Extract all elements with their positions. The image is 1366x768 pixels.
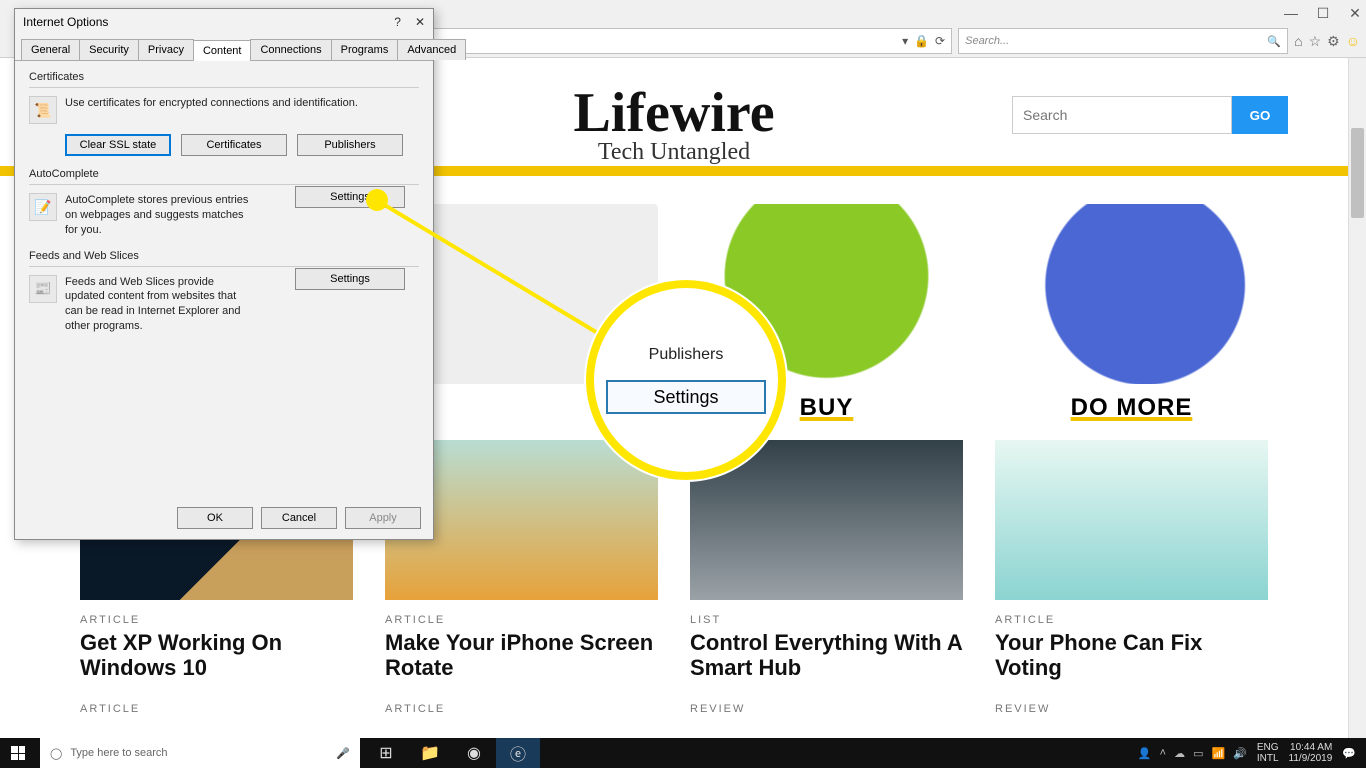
feeds-group: Feeds and Web Slices 📰 Feeds and Web Sli… xyxy=(29,250,419,334)
clock[interactable]: 10:44 AM11/9/2019 xyxy=(1289,742,1333,764)
wifi-icon[interactable]: 📶 xyxy=(1211,747,1225,760)
card-title[interactable]: Get XP Working On Windows 10 xyxy=(80,630,353,681)
zoom-callout: Publishers Settings xyxy=(586,280,786,480)
people-icon[interactable]: 👤 xyxy=(1138,747,1152,760)
feeds-desc: Feeds and Web Slices provide updated con… xyxy=(65,275,255,334)
card-tag2: ARTICLE xyxy=(80,703,353,715)
zoom-settings-button: Settings xyxy=(606,380,766,414)
feeds-settings-button[interactable]: Settings xyxy=(295,268,405,290)
certificates-desc: Use certificates for encrypted connectio… xyxy=(65,96,419,111)
taskbar: ◯ Type here to search 🎤 ⊞ 📁 ◉ ⓔ 👤 ˄ ☁ ▭ … xyxy=(0,738,1366,768)
card-title[interactable]: Your Phone Can Fix Voting xyxy=(995,630,1268,681)
go-button[interactable]: GO xyxy=(1232,96,1288,134)
category-domore[interactable]: DO MORE xyxy=(995,394,1268,422)
ie-icon[interactable]: ⓔ xyxy=(496,738,540,768)
publishers-button[interactable]: Publishers xyxy=(297,134,403,156)
autocomplete-icon: 📝 xyxy=(29,193,57,221)
site-search: GO xyxy=(1012,96,1288,134)
battery-icon[interactable]: ▭ xyxy=(1193,747,1203,760)
tab-programs[interactable]: Programs xyxy=(331,39,399,60)
group-title: AutoComplete xyxy=(29,168,419,180)
home-icon[interactable]: ⌂ xyxy=(1294,33,1302,49)
site-search-input[interactable] xyxy=(1012,96,1232,134)
certificates-button[interactable]: Certificates xyxy=(181,134,287,156)
refresh-icon[interactable]: ⟳ xyxy=(935,34,945,48)
ok-button[interactable]: OK xyxy=(177,507,253,529)
lock-icon: 🔒 xyxy=(914,34,929,48)
volume-icon[interactable]: 🔊 xyxy=(1233,747,1247,760)
start-button[interactable] xyxy=(0,738,36,768)
certificate-icon: 📜 xyxy=(29,96,57,124)
illustration-domore xyxy=(995,204,1268,384)
task-view-icon[interactable]: ⊞ xyxy=(364,738,408,768)
cancel-button[interactable]: Cancel xyxy=(261,507,337,529)
card-tag: ARTICLE xyxy=(80,614,353,626)
onedrive-icon[interactable]: ☁ xyxy=(1174,747,1185,760)
clear-ssl-button[interactable]: Clear SSL state xyxy=(65,134,171,156)
window-maximize-button[interactable]: ☐ xyxy=(1316,5,1330,19)
search-icon[interactable]: 🔍 xyxy=(1267,35,1281,48)
notifications-icon[interactable]: 💬 xyxy=(1342,747,1356,760)
window-minimize-button[interactable]: — xyxy=(1284,5,1298,19)
file-explorer-icon[interactable]: 📁 xyxy=(408,738,452,768)
mic-icon[interactable]: 🎤 xyxy=(336,747,350,760)
dialog-titlebar: Internet Options ? ✕ xyxy=(15,9,433,35)
tab-security[interactable]: Security xyxy=(79,39,139,60)
apply-button[interactable]: Apply xyxy=(345,507,421,529)
taskbar-search[interactable]: ◯ Type here to search 🎤 xyxy=(40,738,360,768)
taskbar-search-placeholder: Type here to search xyxy=(70,747,167,759)
help-button[interactable]: ? xyxy=(394,15,401,29)
tab-privacy[interactable]: Privacy xyxy=(138,39,194,60)
vertical-scrollbar[interactable] xyxy=(1348,58,1366,738)
chrome-icon[interactable]: ◉ xyxy=(452,738,496,768)
zoom-publishers-label: Publishers xyxy=(649,346,724,364)
feeds-icon: 📰 xyxy=(29,275,57,303)
site-logo[interactable]: Lifewire xyxy=(573,81,774,145)
card-tag2: ARTICLE xyxy=(385,703,658,715)
card-tag2: REVIEW xyxy=(995,703,1268,715)
autocomplete-desc: AutoComplete stores previous entries on … xyxy=(65,193,255,238)
card-tag2: REVIEW xyxy=(690,703,963,715)
dialog-title: Internet Options xyxy=(23,15,108,29)
cortana-icon: ◯ xyxy=(50,747,62,760)
language-indicator[interactable]: ENGINTL xyxy=(1257,742,1279,764)
autocomplete-group: AutoComplete 📝 AutoComplete stores previ… xyxy=(29,168,419,238)
card-tag: ARTICLE xyxy=(995,614,1268,626)
card-tag: LIST xyxy=(690,614,963,626)
group-title: Feeds and Web Slices xyxy=(29,250,419,262)
system-tray[interactable]: 👤 ˄ ☁ ▭ 📶 🔊 xyxy=(1138,747,1247,760)
tab-content[interactable]: Content xyxy=(193,40,252,61)
tool-icons: ⌂ ☆ ⚙ ☺ xyxy=(1294,33,1360,50)
group-title: Certificates xyxy=(29,71,419,83)
dialog-close-button[interactable]: ✕ xyxy=(415,15,425,29)
card-title[interactable]: Control Everything With A Smart Hub xyxy=(690,630,963,681)
dialog-tabs: General Security Privacy Content Connect… xyxy=(15,35,433,61)
chevron-up-icon[interactable]: ˄ xyxy=(1160,747,1166,760)
search-placeholder: Search... xyxy=(965,35,1009,47)
internet-options-dialog: Internet Options ? ✕ General Security Pr… xyxy=(14,8,434,540)
card-tag: ARTICLE xyxy=(385,614,658,626)
tab-advanced[interactable]: Advanced xyxy=(397,39,466,60)
card-image[interactable] xyxy=(995,440,1268,600)
site-tagline: Tech Untangled xyxy=(598,139,750,166)
card-title[interactable]: Make Your iPhone Screen Rotate xyxy=(385,630,658,681)
gear-icon[interactable]: ⚙ xyxy=(1327,33,1340,50)
callout-dot xyxy=(366,189,388,211)
browser-search[interactable]: Search... 🔍 xyxy=(958,28,1288,54)
certificates-group: Certificates 📜 Use certificates for encr… xyxy=(29,71,419,156)
favorites-icon[interactable]: ☆ xyxy=(1309,33,1322,50)
dropdown-icon[interactable]: ▾ xyxy=(902,34,908,48)
window-close-button[interactable]: ✕ xyxy=(1348,5,1362,19)
tab-general[interactable]: General xyxy=(21,39,80,60)
smiley-icon[interactable]: ☺ xyxy=(1346,33,1360,49)
tab-connections[interactable]: Connections xyxy=(250,39,331,60)
dialog-footer: OK Cancel Apply xyxy=(177,507,421,529)
